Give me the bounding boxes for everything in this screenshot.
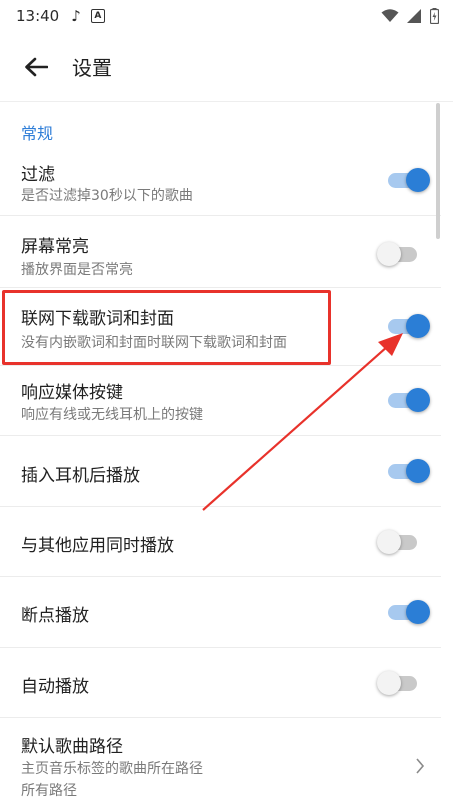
section-header-general: 常规	[21, 124, 54, 143]
setting-row-default-path[interactable]: 默认歌曲路径 主页音乐标签的歌曲所在路径 所有路径	[0, 718, 441, 805]
setting-row-headset-play[interactable]: 插入耳机后播放	[0, 436, 441, 507]
chevron-right-icon	[416, 758, 425, 774]
setting-summary: 是否过滤掉30秒以下的歌曲	[21, 188, 193, 204]
media-buttons-switch[interactable]	[384, 386, 432, 414]
status-time: 13:40	[16, 7, 60, 25]
scrollbar-thumb[interactable]	[436, 103, 440, 239]
keep-screen-on-switch[interactable]	[377, 240, 425, 268]
toolbar: 设置	[0, 32, 453, 102]
setting-summary: 主页音乐标签的歌曲所在路径	[21, 761, 203, 777]
page-title: 设置	[72, 56, 112, 80]
wifi-icon	[381, 9, 399, 22]
download-lyrics-switch[interactable]	[384, 312, 432, 340]
setting-row-media-buttons[interactable]: 响应媒体按键 响应有线或无线耳机上的按键	[0, 366, 441, 436]
setting-title: 响应媒体按键	[21, 383, 123, 403]
filter-switch[interactable]	[384, 166, 432, 194]
setting-title: 自动播放	[21, 677, 89, 697]
auto-play-switch[interactable]	[377, 669, 425, 697]
back-button[interactable]	[22, 53, 50, 81]
resume-playback-switch[interactable]	[384, 598, 432, 626]
setting-row-auto-play[interactable]: 自动播放	[0, 648, 441, 718]
setting-row-resume-playback[interactable]: 断点播放	[0, 577, 441, 648]
music-note-icon: ♪	[71, 7, 81, 25]
setting-row-mix-playback[interactable]: 与其他应用同时播放	[0, 507, 441, 577]
setting-row-filter[interactable]: 过滤 是否过滤掉30秒以下的歌曲	[0, 148, 441, 216]
setting-summary: 响应有线或无线耳机上的按键	[21, 407, 203, 423]
mix-playback-switch[interactable]	[377, 528, 425, 556]
status-icons	[381, 8, 439, 24]
battery-icon	[430, 8, 439, 24]
back-arrow-icon	[25, 57, 48, 76]
annotation-highlight-box	[2, 290, 331, 365]
headset-play-switch[interactable]	[384, 457, 432, 485]
status-bar: 13:40 ♪ A	[0, 0, 453, 32]
setting-row-keep-screen-on[interactable]: 屏幕常亮 播放界面是否常亮	[0, 216, 441, 288]
setting-summary-value: 所有路径	[21, 783, 77, 799]
setting-title: 断点播放	[21, 606, 89, 626]
setting-title: 插入耳机后播放	[21, 466, 140, 486]
setting-summary: 播放界面是否常亮	[21, 262, 133, 278]
setting-title: 默认歌曲路径	[21, 737, 123, 757]
notification-a-icon: A	[90, 9, 105, 23]
setting-title: 过滤	[21, 165, 55, 185]
signal-icon	[407, 9, 421, 23]
setting-title: 屏幕常亮	[21, 237, 89, 257]
setting-title: 与其他应用同时播放	[21, 536, 174, 556]
